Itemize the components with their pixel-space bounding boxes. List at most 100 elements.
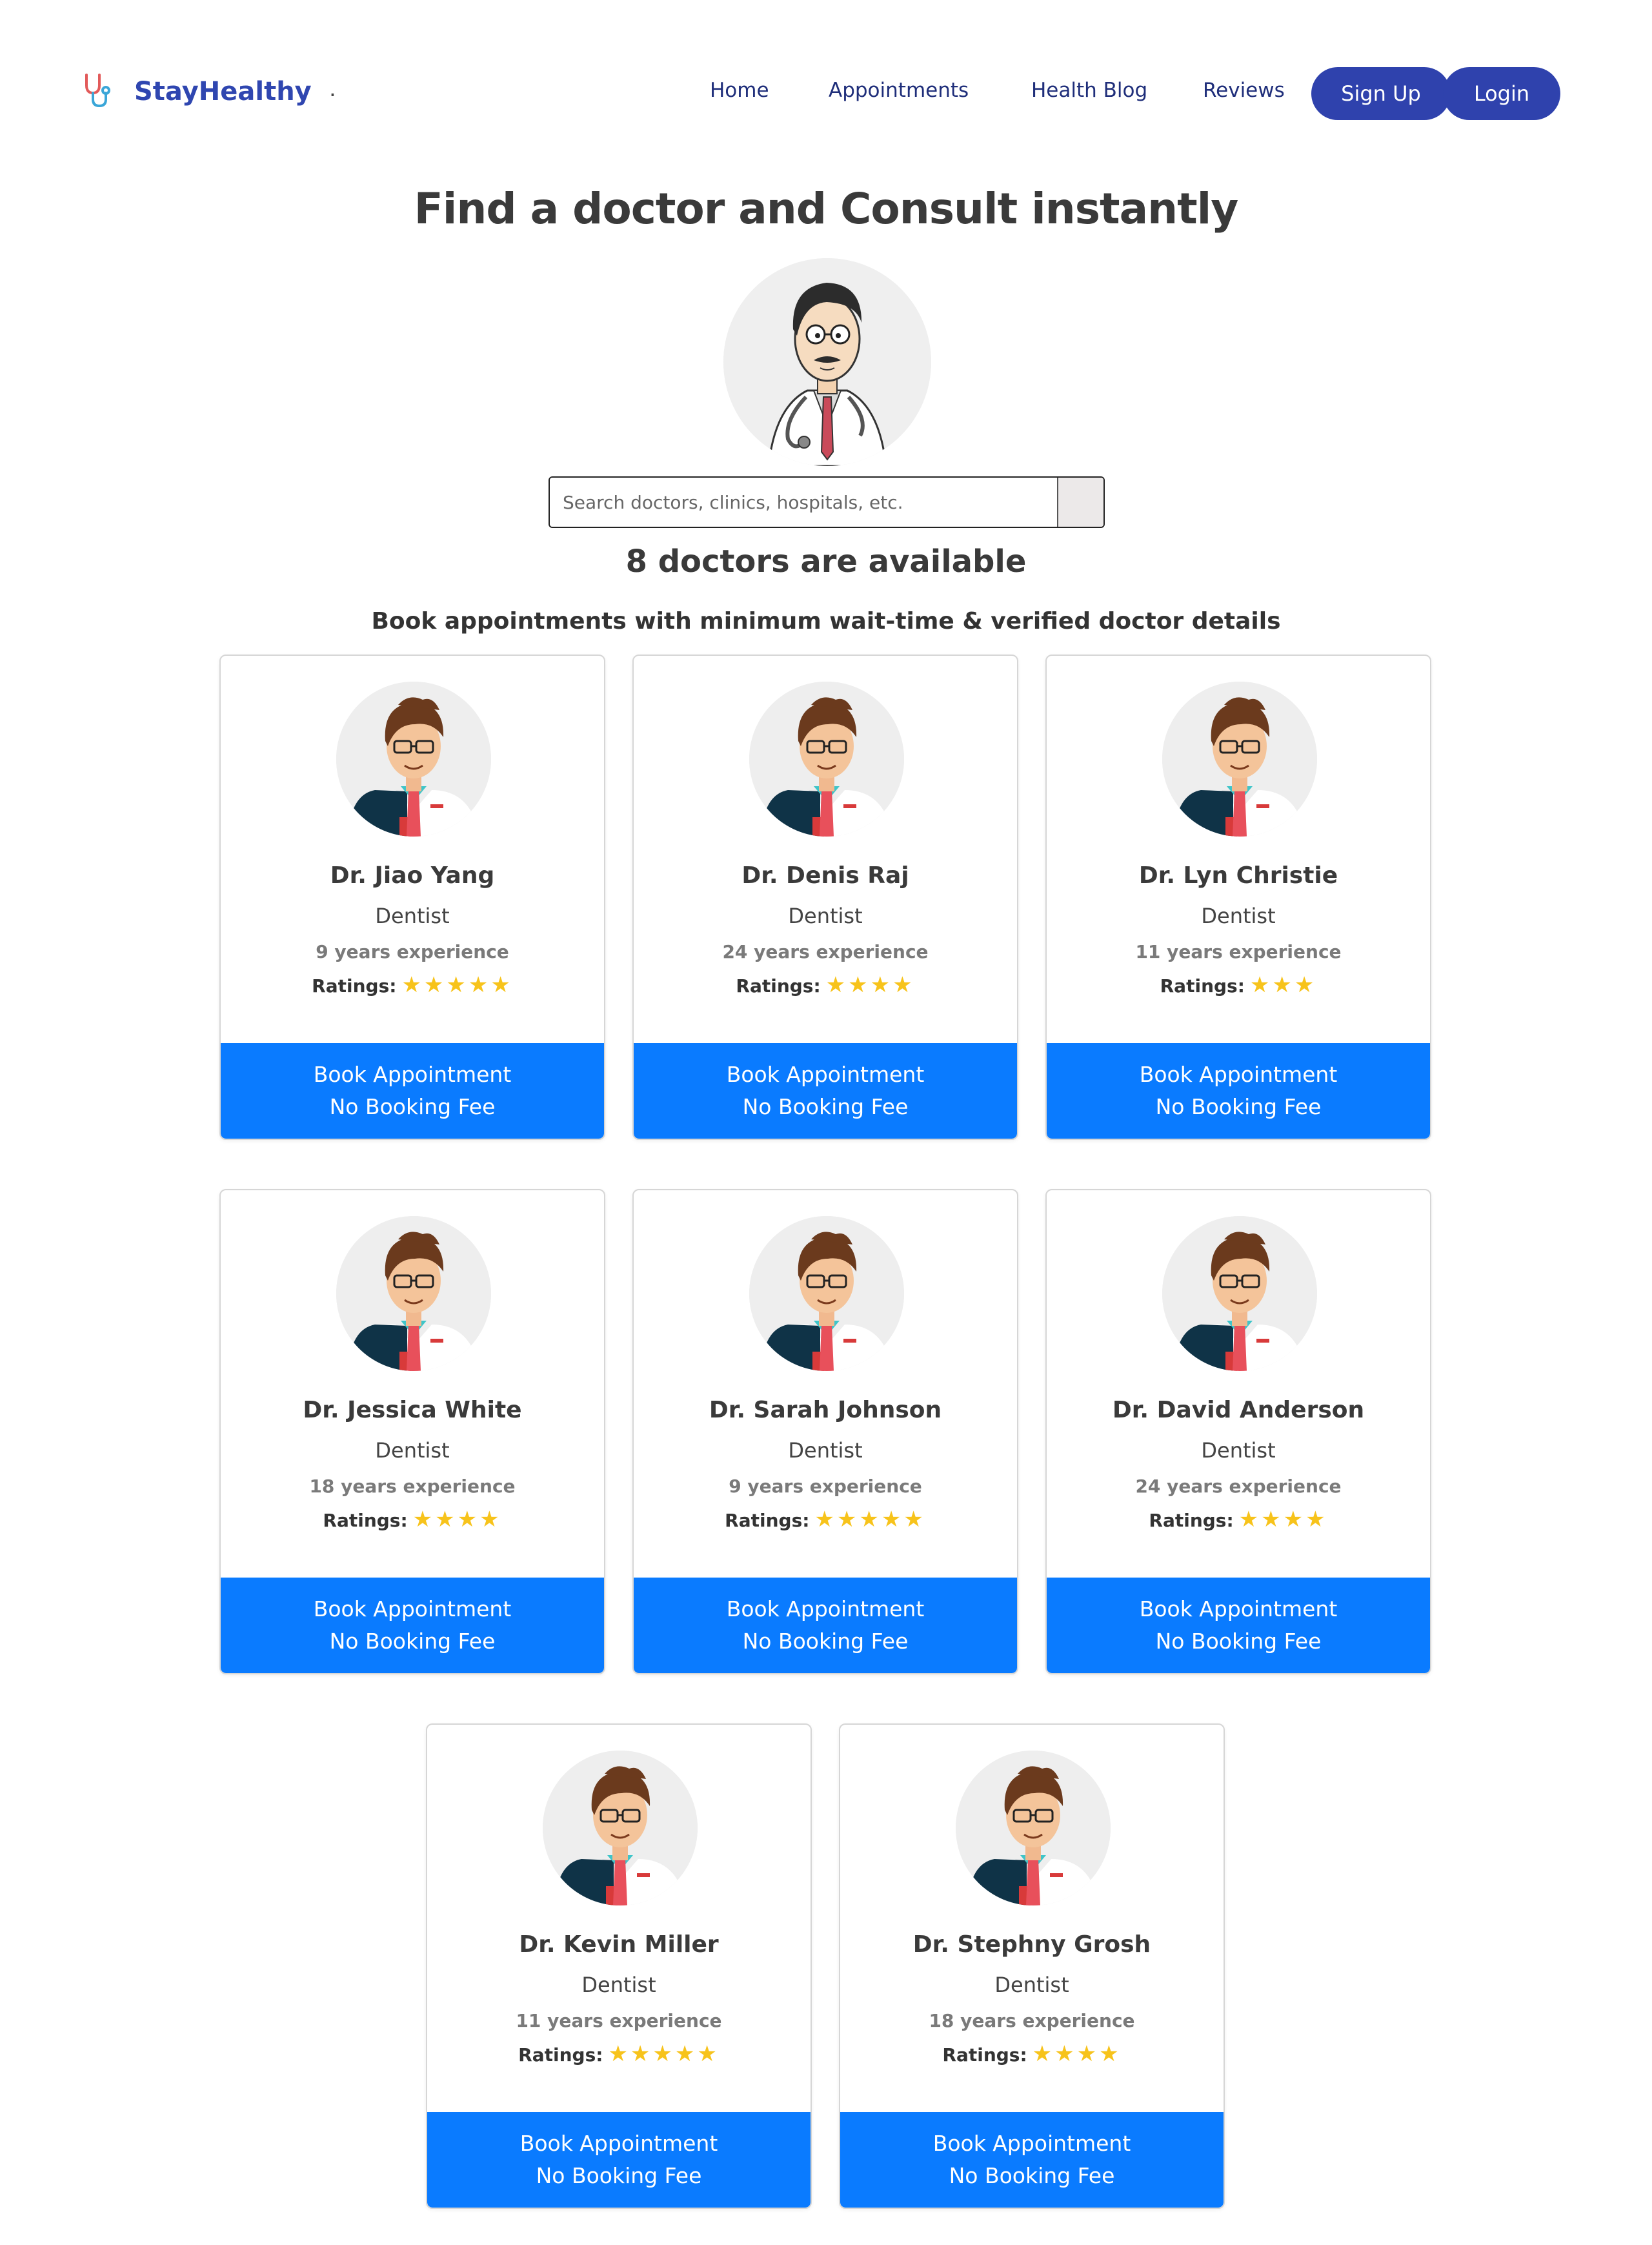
doctor-count: 8 doctors are available xyxy=(625,543,1027,580)
signup-button[interactable]: Sign Up xyxy=(1311,67,1451,120)
book-appointment-button[interactable]: Book Appointment No Booking Fee xyxy=(1047,1043,1430,1139)
login-button[interactable]: Login xyxy=(1443,67,1560,120)
nav-health-blog[interactable]: Health Blog xyxy=(1031,79,1147,102)
ratings-label: Ratings: xyxy=(1160,975,1245,997)
doctor-name: Dr. Stephny Grosh xyxy=(912,1931,1151,1958)
star-rating-icon: ★★★ xyxy=(1249,972,1317,998)
doctor-rating: Ratings: ★★★★★ xyxy=(634,1507,1017,1532)
search-button[interactable] xyxy=(1057,478,1103,527)
doctor-card: Dr. Jessica White Dentist 18 years exper… xyxy=(219,1189,605,1674)
book-appointment-label: Book Appointment xyxy=(726,1596,925,1621)
ratings-label: Ratings: xyxy=(312,975,397,997)
book-appointment-label: Book Appointment xyxy=(932,2131,1131,2156)
doctor-name: Dr. Jessica White xyxy=(303,1397,522,1423)
brand-dot: . xyxy=(329,76,336,102)
nav-appointments[interactable]: Appointments xyxy=(829,79,969,102)
book-appointment-label: Book Appointment xyxy=(519,2131,718,2156)
no-booking-fee-label: No Booking Fee xyxy=(536,2163,702,2188)
doctor-rating: Ratings: ★★★★ xyxy=(221,1507,604,1532)
doctor-experience: 9 years experience xyxy=(729,1476,922,1497)
brand-name: StayHealthy xyxy=(134,77,312,107)
doctor-name: Dr. Denis Raj xyxy=(741,862,909,889)
book-appointment-label: Book Appointment xyxy=(1139,1062,1338,1087)
doctor-specialty: Dentist xyxy=(581,1973,656,1997)
brand[interactable]: StayHealthy xyxy=(77,71,312,112)
ratings-label: Ratings: xyxy=(736,975,821,997)
doctor-card: Dr. David Anderson Dentist 24 years expe… xyxy=(1045,1189,1431,1674)
book-appointment-button[interactable]: Book Appointment No Booking Fee xyxy=(221,1578,604,1673)
search-input[interactable] xyxy=(550,478,1057,527)
doctor-card: Dr. Lyn Christie Dentist 11 years experi… xyxy=(1045,655,1431,1140)
doctor-avatar xyxy=(1162,682,1317,837)
book-appointment-button[interactable]: Book Appointment No Booking Fee xyxy=(840,2112,1224,2208)
results-subtitle: Book appointments with minimum wait-time… xyxy=(371,608,1281,635)
doctor-specialty: Dentist xyxy=(1201,1438,1276,1463)
no-booking-fee-label: No Booking Fee xyxy=(1155,1629,1322,1654)
doctor-experience: 24 years experience xyxy=(722,941,929,962)
ratings-label: Ratings: xyxy=(518,2044,603,2066)
doctor-rating: Ratings: ★★★★★ xyxy=(221,972,604,998)
doctor-rating: Ratings: ★★★ xyxy=(1047,972,1430,998)
book-appointment-label: Book Appointment xyxy=(1139,1596,1338,1621)
ratings-label: Ratings: xyxy=(1149,1510,1234,1531)
doctor-experience: 24 years experience xyxy=(1135,1476,1342,1497)
no-booking-fee-label: No Booking Fee xyxy=(949,2163,1115,2188)
doctor-specialty: Dentist xyxy=(375,904,450,928)
doctor-rating: Ratings: ★★★★★ xyxy=(427,2041,811,2067)
doctor-experience: 18 years experience xyxy=(309,1476,516,1497)
no-booking-fee-label: No Booking Fee xyxy=(329,1094,496,1119)
doctor-experience: 11 years experience xyxy=(516,2010,722,2031)
doctor-specialty: Dentist xyxy=(788,904,863,928)
book-appointment-button[interactable]: Book Appointment No Booking Fee xyxy=(221,1043,604,1139)
doctor-rating: Ratings: ★★★★ xyxy=(1047,1507,1430,1532)
doctor-avatar xyxy=(336,682,491,837)
doctor-avatar xyxy=(1162,1216,1317,1371)
doctor-specialty: Dentist xyxy=(994,1973,1069,1997)
no-booking-fee-label: No Booking Fee xyxy=(742,1094,909,1119)
doctor-name: Dr. David Anderson xyxy=(1112,1397,1365,1423)
no-booking-fee-label: No Booking Fee xyxy=(329,1629,496,1654)
star-rating-icon: ★★★★★ xyxy=(608,2041,720,2067)
star-rating-icon: ★★★★ xyxy=(825,972,915,998)
doctor-avatar xyxy=(956,1751,1111,1905)
star-rating-icon: ★★★★★ xyxy=(401,972,513,998)
star-rating-icon: ★★★★ xyxy=(412,1507,502,1532)
doctor-avatar xyxy=(749,1216,904,1371)
doctor-name: Dr. Lyn Christie xyxy=(1138,862,1338,889)
book-appointment-button[interactable]: Book Appointment No Booking Fee xyxy=(634,1578,1017,1673)
doctor-name: Dr. Kevin Miller xyxy=(519,1931,719,1958)
nav-reviews[interactable]: Reviews xyxy=(1203,79,1285,102)
navbar: StayHealthy . Home Appointments Health B… xyxy=(0,0,1652,187)
doctor-experience: 9 years experience xyxy=(316,941,509,962)
doctor-card: Dr. Sarah Johnson Dentist 9 years experi… xyxy=(632,1189,1018,1674)
doctor-specialty: Dentist xyxy=(788,1438,863,1463)
ratings-label: Ratings: xyxy=(942,2044,1027,2066)
page-title: Find a doctor and Consult instantly xyxy=(414,184,1239,234)
doctor-specialty: Dentist xyxy=(1201,904,1276,928)
book-appointment-label: Book Appointment xyxy=(313,1062,512,1087)
doctor-rating: Ratings: ★★★★ xyxy=(840,2041,1224,2067)
nav-home[interactable]: Home xyxy=(710,79,769,102)
star-rating-icon: ★★★★ xyxy=(1032,2041,1122,2067)
book-appointment-label: Book Appointment xyxy=(726,1062,925,1087)
doctor-illustration xyxy=(723,258,931,466)
book-appointment-button[interactable]: Book Appointment No Booking Fee xyxy=(634,1043,1017,1139)
book-appointment-button[interactable]: Book Appointment No Booking Fee xyxy=(427,2112,811,2208)
doctor-specialty: Dentist xyxy=(375,1438,450,1463)
no-booking-fee-label: No Booking Fee xyxy=(742,1629,909,1654)
doctor-rating: Ratings: ★★★★ xyxy=(634,972,1017,998)
doctor-name: Dr. Sarah Johnson xyxy=(709,1397,942,1423)
doctor-card: Dr. Kevin Miller Dentist 11 years experi… xyxy=(426,1723,812,2209)
doctor-experience: 18 years experience xyxy=(929,2010,1135,2031)
doctor-avatar xyxy=(543,1751,698,1905)
search-bar xyxy=(549,476,1105,528)
stethoscope-icon xyxy=(77,71,116,112)
doctor-card: Dr. Stephny Grosh Dentist 18 years exper… xyxy=(839,1723,1225,2209)
book-appointment-button[interactable]: Book Appointment No Booking Fee xyxy=(1047,1578,1430,1673)
no-booking-fee-label: No Booking Fee xyxy=(1155,1094,1322,1119)
book-appointment-label: Book Appointment xyxy=(313,1596,512,1621)
doctor-avatar xyxy=(749,682,904,837)
doctor-card: Dr. Jiao Yang Dentist 9 years experience… xyxy=(219,655,605,1140)
doctor-name: Dr. Jiao Yang xyxy=(330,862,495,889)
doctor-card: Dr. Denis Raj Dentist 24 years experienc… xyxy=(632,655,1018,1140)
